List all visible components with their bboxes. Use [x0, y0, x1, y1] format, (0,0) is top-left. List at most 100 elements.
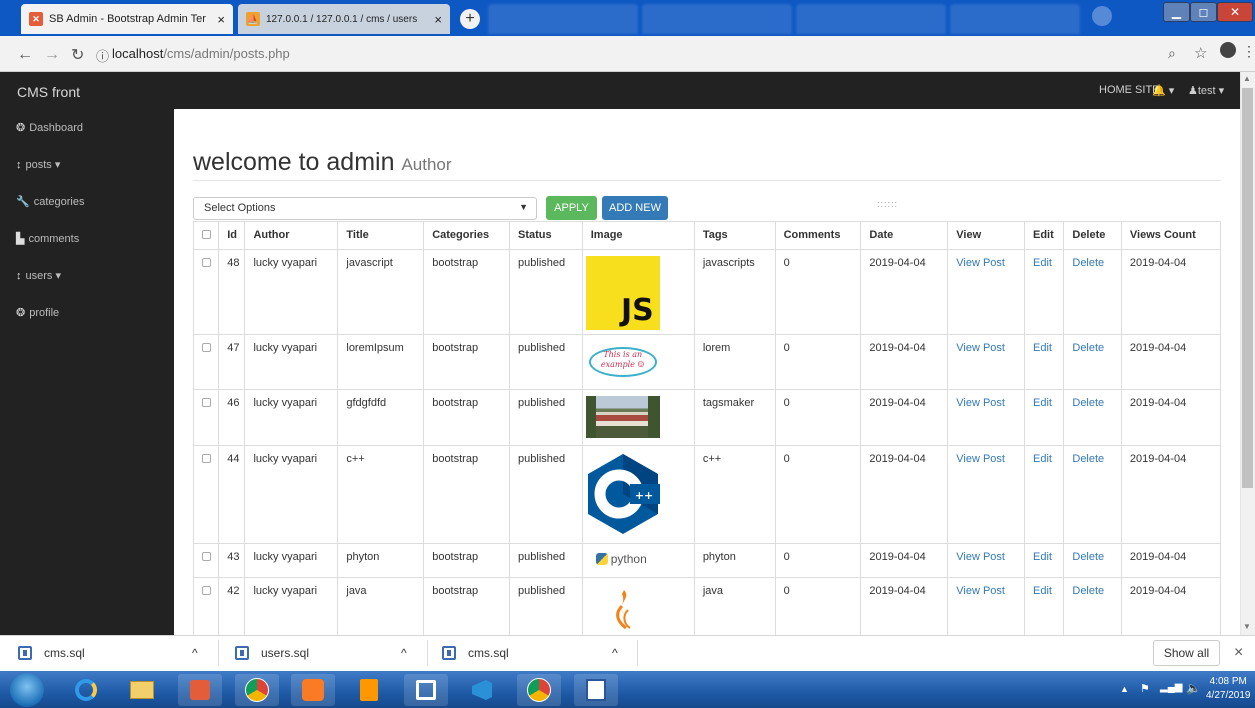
system-clock[interactable]: 4:08 PM 4/27/2019	[1206, 675, 1251, 703]
view-post-link[interactable]: View Post	[956, 551, 1005, 563]
sidebar-item-dashboard[interactable]: ❂ Dashboard	[0, 109, 174, 146]
apply-button[interactable]: APPLY	[546, 196, 597, 220]
view-post-link[interactable]: View Post	[956, 342, 1005, 354]
view-post-link[interactable]: View Post	[956, 257, 1005, 269]
select-all-checkbox[interactable]	[192, 221, 220, 250]
browser-tab-phpmyadmin[interactable]: ⛵ 127.0.0.1 / 127.0.0.1 / cms / users ×	[238, 4, 450, 34]
close-tab-icon[interactable]: ×	[209, 12, 225, 27]
chrome-icon[interactable]	[235, 674, 279, 706]
chrome-icon[interactable]	[517, 674, 561, 706]
delete-link[interactable]: Delete	[1072, 551, 1104, 563]
show-hidden-icons-icon[interactable]: ▲	[1120, 684, 1129, 694]
view-post-link[interactable]: View Post	[956, 397, 1005, 409]
delete-link[interactable]: Delete	[1072, 257, 1104, 269]
scrollbar-thumb[interactable]	[1242, 88, 1253, 488]
view-post-link[interactable]: View Post	[956, 585, 1005, 597]
download-item[interactable]: cms.sql	[442, 635, 509, 671]
delete-link[interactable]: Delete	[1072, 585, 1104, 597]
sidebar-item-categories[interactable]: 🔧 categories	[0, 183, 174, 220]
scroll-down-arrow-icon[interactable]: ▼	[1243, 622, 1251, 631]
browser-tab-sb-admin[interactable]: ✕ SB Admin - Bootstrap Admin Ter ×	[21, 4, 233, 34]
row-checkbox[interactable]	[192, 445, 220, 544]
sidebar-item-label: users	[25, 269, 53, 282]
page-title-text: welcome to admin	[193, 148, 395, 176]
minimize-window-icon[interactable]: ▁	[1163, 2, 1190, 22]
file-explorer-icon[interactable]	[120, 674, 164, 706]
row-checkbox[interactable]	[192, 577, 220, 638]
word-icon[interactable]	[574, 674, 618, 706]
close-tab-icon[interactable]: ×	[426, 12, 442, 27]
bookmark-star-icon[interactable]: ☆	[1194, 44, 1207, 62]
account-icon[interactable]	[1220, 42, 1236, 58]
maximize-window-icon[interactable]: ◻	[1190, 2, 1217, 22]
home-site-link[interactable]: HOME SITE	[1099, 84, 1160, 96]
cell-image: python	[581, 543, 695, 578]
building-photo-image	[585, 396, 660, 438]
close-window-icon[interactable]: ✕	[1217, 2, 1253, 22]
download-filename: cms.sql	[468, 646, 509, 660]
blurred-tab[interactable]	[642, 4, 792, 34]
bulk-options-select[interactable]: Select Options ▼	[193, 197, 537, 220]
profile-icon[interactable]	[1092, 6, 1112, 26]
view-post-link[interactable]: View Post	[956, 453, 1005, 465]
sidebar-item-users[interactable]: ↕ users ▾	[0, 257, 174, 294]
reload-icon[interactable]: ↻	[71, 45, 84, 65]
blurred-tab[interactable]	[950, 4, 1080, 34]
notifications-dropdown[interactable]: 🔔 ▾	[1152, 84, 1174, 97]
close-downloads-icon[interactable]: ×	[1234, 635, 1243, 671]
visual-studio-code-icon[interactable]	[460, 674, 504, 706]
blurred-tab[interactable]	[796, 4, 946, 34]
caret-down-icon: ▾	[1218, 85, 1225, 97]
delete-link[interactable]: Delete	[1072, 342, 1104, 354]
divider	[427, 640, 428, 666]
url-field[interactable]: localhost/cms/admin/posts.php	[112, 46, 290, 61]
start-button-icon[interactable]	[10, 673, 44, 707]
show-all-downloads-button[interactable]: Show all	[1153, 640, 1220, 666]
cell-author: lucky vyapari	[244, 334, 339, 390]
download-item[interactable]: users.sql	[235, 635, 309, 671]
edit-link[interactable]: Edit	[1033, 257, 1052, 269]
download-options-chevron-icon[interactable]: ^	[192, 635, 198, 671]
cpp-logo-text: ++	[635, 489, 653, 502]
edit-link[interactable]: Edit	[1033, 453, 1052, 465]
delete-link[interactable]: Delete	[1072, 453, 1104, 465]
back-arrow-icon[interactable]: ←	[17, 46, 33, 64]
download-item[interactable]: cms.sql	[18, 635, 85, 671]
brand-link[interactable]: CMS front	[17, 84, 80, 100]
row-checkbox[interactable]	[192, 334, 220, 390]
page-subtitle: Author	[401, 155, 452, 174]
internet-explorer-icon[interactable]	[64, 674, 108, 706]
edit-link[interactable]: Edit	[1033, 342, 1052, 354]
forward-arrow-icon[interactable]: →	[44, 46, 60, 64]
sidebar-item-profile[interactable]: ❂ profile	[0, 294, 174, 331]
site-info-icon[interactable]: ⓘ	[96, 46, 109, 65]
outlook-icon[interactable]	[178, 674, 222, 706]
user-dropdown[interactable]: ♟test ▾	[1188, 84, 1224, 97]
add-new-button[interactable]: ADD NEW	[602, 196, 668, 220]
download-options-chevron-icon[interactable]: ^	[612, 635, 618, 671]
network-signal-icon[interactable]: ▂▄▆	[1160, 682, 1182, 693]
cell-tags: tagsmaker	[693, 389, 776, 446]
volume-icon[interactable]: 🔈	[1186, 681, 1201, 695]
page-title: welcome to admin Author	[193, 148, 452, 177]
menu-icon[interactable]: ⋮	[1242, 43, 1255, 60]
zoom-icon[interactable]: ⌕	[1168, 45, 1176, 62]
row-checkbox[interactable]	[192, 389, 220, 446]
blurred-tab[interactable]	[488, 4, 638, 34]
sidebar-item-posts[interactable]: ↕ posts ▾	[0, 146, 174, 183]
xampp-icon[interactable]	[291, 674, 335, 706]
edit-link[interactable]: Edit	[1033, 585, 1052, 597]
row-checkbox[interactable]	[192, 543, 220, 578]
edit-link[interactable]: Edit	[1033, 397, 1052, 409]
action-center-flag-icon[interactable]: ⚑	[1140, 682, 1150, 695]
sidebar-item-comments[interactable]: ▙ comments	[0, 220, 174, 257]
edit-link[interactable]: Edit	[1033, 551, 1052, 563]
new-tab-button[interactable]: +	[460, 9, 480, 29]
sublime-text-icon[interactable]	[347, 674, 391, 706]
scroll-up-arrow-icon[interactable]: ▲	[1243, 74, 1251, 83]
cell-title: java	[337, 577, 425, 638]
row-checkbox[interactable]	[192, 249, 220, 335]
delete-link[interactable]: Delete	[1072, 397, 1104, 409]
app-window-icon[interactable]	[404, 674, 448, 706]
download-options-chevron-icon[interactable]: ^	[401, 635, 407, 671]
